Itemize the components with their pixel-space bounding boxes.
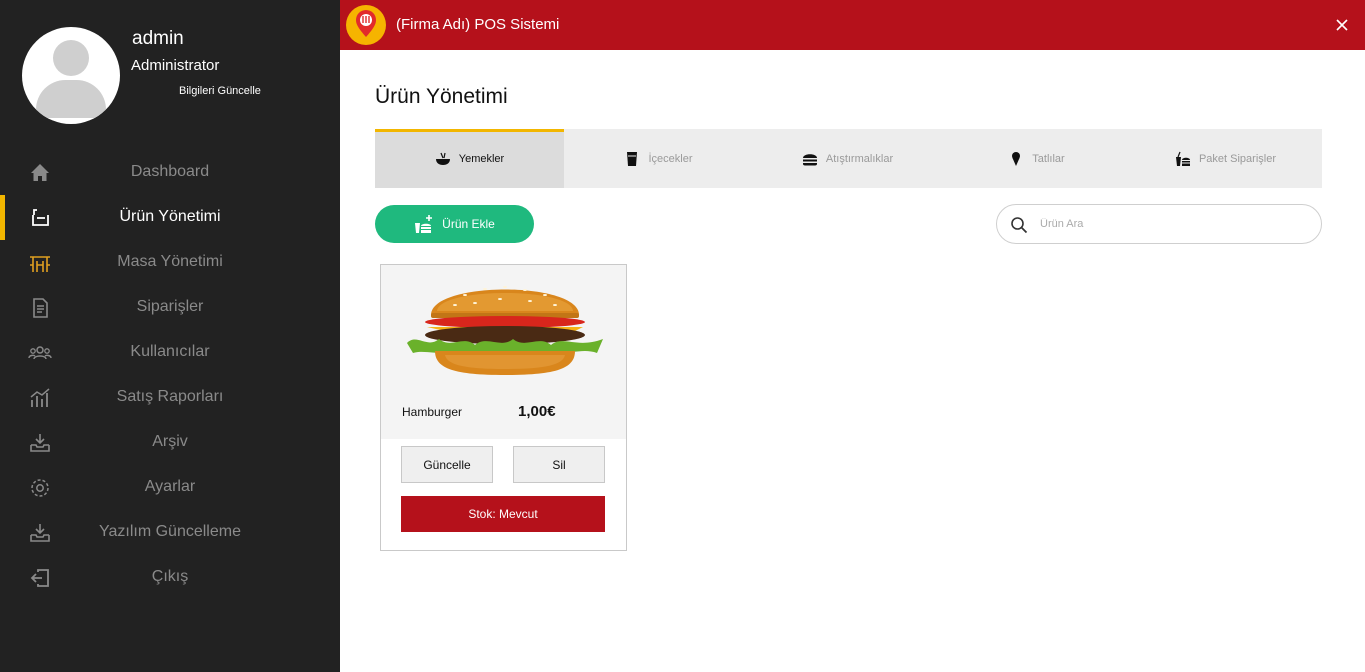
sidebar-item-label: Kullanıcılar — [130, 343, 210, 360]
sidebar-item-label: Arşiv — [152, 433, 188, 450]
tab-content: Paket Siparişler — [1131, 151, 1320, 167]
sidebar-item-arsiv[interactable]: Arşiv — [0, 420, 340, 465]
sidebar-item-kullanicilar[interactable]: Kullanıcılar — [0, 330, 340, 375]
title-bar: (Firma Adı) POS Sistemi — [340, 0, 1365, 50]
hamburger-image — [407, 286, 603, 375]
user-role: Administrator — [131, 57, 220, 74]
close-icon[interactable] — [1331, 14, 1353, 36]
takeaway-icon — [1175, 151, 1190, 166]
search-box — [996, 204, 1322, 244]
sidebar: admin Administrator Bilgileri Güncelle D… — [0, 0, 340, 672]
tab-label: Tatlılar — [1032, 153, 1065, 165]
sidebar-item-label: Masa Yönetimi — [117, 253, 223, 270]
update-profile-link[interactable]: Bilgileri Güncelle — [179, 85, 261, 97]
add-food-icon — [415, 215, 433, 233]
product-card-header: Hamburger 1,00€ — [381, 265, 626, 439]
sidebar-item-yazilim-guncelleme[interactable]: Yazılım Güncelleme — [0, 510, 340, 555]
avatar — [22, 27, 120, 124]
app-window: admin Administrator Bilgileri Güncelle D… — [0, 0, 1365, 672]
tab-content: İçecekler — [564, 151, 753, 167]
sidebar-item-urun-yonetimi[interactable]: Ürün Yönetimi — [0, 195, 340, 240]
search-icon — [1011, 217, 1028, 234]
add-product-button[interactable]: Ürün Ekle — [375, 205, 534, 243]
sidebar-nav: Dashboard Ürün Yönetimi Masa Yönetimi Si… — [0, 150, 340, 600]
sidebar-item-label: Ürün Yönetimi — [119, 208, 221, 225]
sidebar-item-dashboard[interactable]: Dashboard — [0, 150, 340, 195]
delete-product-button[interactable]: Sil — [513, 446, 605, 483]
tab-icecekler[interactable]: İçecekler — [564, 129, 753, 188]
product-name: Hamburger — [402, 405, 463, 419]
location-pin-icon — [356, 10, 376, 37]
app-title: (Firma Adı) POS Sistemi — [396, 16, 560, 33]
user-name: admin — [132, 28, 184, 49]
sidebar-item-masa-yonetimi[interactable]: Masa Yönetimi — [0, 240, 340, 285]
product-price: 1,00€ — [518, 403, 556, 420]
search-input[interactable] — [1040, 215, 1300, 233]
app-logo — [346, 5, 386, 45]
tab-atistirmaliklar[interactable]: Atıştırmalıklar — [753, 129, 942, 188]
tab-content: Yemekler — [375, 151, 564, 167]
sidebar-item-satis-raporlari[interactable]: Satış Raporları — [0, 375, 340, 420]
tab-paket-siparisler[interactable]: Paket Siparişler — [1131, 129, 1320, 188]
product-card: Hamburger 1,00€ Güncelle Sil Stok: Mevcu… — [380, 264, 627, 551]
sidebar-item-label: Yazılım Güncelleme — [99, 523, 241, 540]
tab-tatlilar[interactable]: Tatlılar — [942, 129, 1131, 188]
sidebar-item-ayarlar[interactable]: Ayarlar — [0, 465, 340, 510]
food-bowl-icon — [435, 152, 450, 165]
sidebar-item-label: Dashboard — [130, 163, 210, 180]
sidebar-item-cikis[interactable]: Çıkış — [0, 555, 340, 600]
ice-cream-icon — [1012, 152, 1021, 166]
tab-content: Tatlılar — [942, 151, 1131, 167]
stock-status-button[interactable]: Stok: Mevcut — [401, 496, 605, 532]
tab-label: Atıştırmalıklar — [825, 153, 894, 165]
avatar-head — [53, 40, 89, 76]
drink-cup-icon — [627, 152, 638, 166]
tab-label: İçecekler — [648, 153, 693, 165]
update-product-button[interactable]: Güncelle — [401, 446, 493, 483]
sidebar-item-label: Ayarlar — [144, 478, 196, 495]
add-product-label: Ürün Ekle — [442, 217, 495, 231]
sidebar-item-label: Satış Raporları — [116, 388, 224, 405]
page-title: Ürün Yönetimi — [375, 85, 508, 108]
tab-content: Atıştırmalıklar — [753, 151, 942, 167]
avatar-body — [36, 80, 106, 118]
sidebar-item-label: Siparişler — [136, 298, 204, 315]
sidebar-item-label: Çıkış — [151, 568, 189, 585]
tab-label: Paket Siparişler — [1198, 153, 1277, 165]
sidebar-item-siparisler[interactable]: Siparişler — [0, 285, 340, 330]
category-tabs: Yemekler İçecekler Atıştırmalıklar Tatlı… — [375, 129, 1322, 188]
tab-yemekler[interactable]: Yemekler — [375, 129, 564, 188]
snack-burger-icon — [802, 154, 817, 166]
tab-label: Yemekler — [458, 153, 505, 165]
